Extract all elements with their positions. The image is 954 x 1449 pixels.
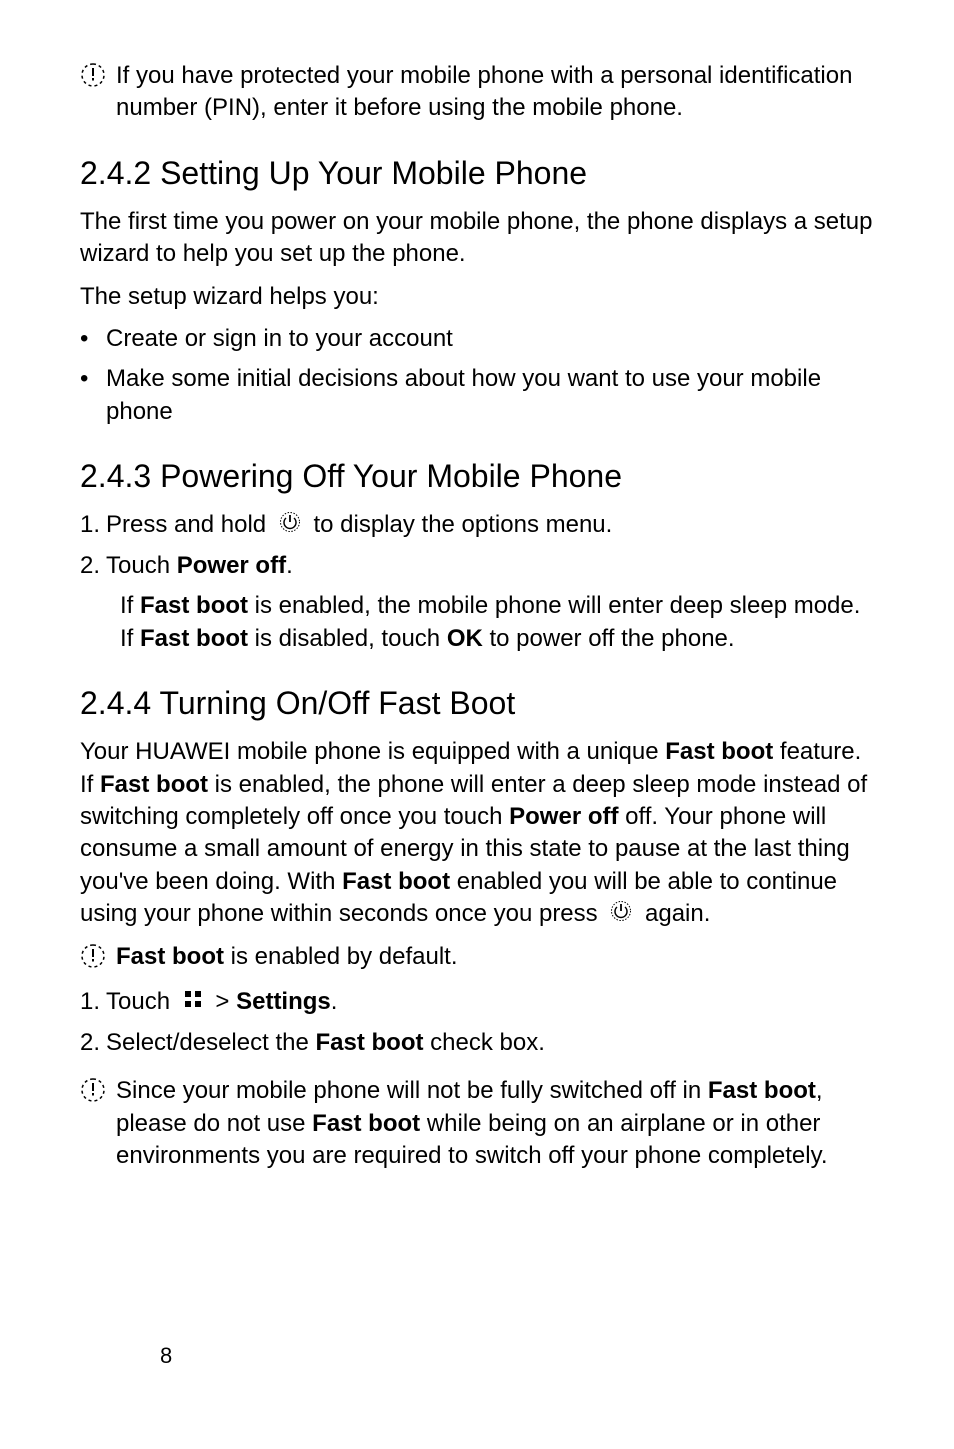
note-fastboot-default: Fast boot is enabled by default. — [80, 941, 874, 974]
step-244-1-pre: Touch — [106, 988, 177, 1015]
step-243-2-post: . — [286, 552, 293, 579]
heading-242: 2.4.2 Setting Up Your Mobile Phone — [80, 155, 874, 192]
alert-icon — [80, 62, 106, 93]
step-243-2-bold: Power off — [177, 552, 286, 579]
alert-icon — [80, 943, 106, 974]
step-244-2-b: Fast boot — [315, 1029, 423, 1056]
note2-b: is enabled by default. — [224, 943, 458, 970]
step-244-2-a: Select/deselect the — [106, 1029, 315, 1056]
step-243-2-text: Touch Power off. — [106, 550, 293, 582]
step-243-1-pre: Press and hold — [106, 511, 273, 538]
step-244-2: 2. Select/deselect the Fast boot check b… — [80, 1027, 874, 1059]
ind-243-e: is disabled, touch — [248, 625, 447, 652]
heading-244: 2.4.4 Turning On/Off Fast Boot — [80, 685, 874, 722]
step-244-2-c: check box. — [423, 1029, 544, 1056]
step-243-1-post: to display the options menu. — [313, 511, 612, 538]
step-number-1: 1. — [80, 986, 100, 1018]
power-icon — [610, 899, 632, 931]
heading-243: 2.4.3 Powering Off Your Mobile Phone — [80, 458, 874, 495]
power-icon — [279, 510, 301, 542]
p244-e: Fast boot — [100, 771, 208, 798]
para-244-main: Your HUAWEI mobile phone is equipped wit… — [80, 736, 874, 931]
step-243-1-text: Press and hold to display the options me… — [106, 509, 612, 542]
ind-243-d: Fast boot — [140, 625, 248, 652]
para-242-a: The first time you power on your mobile … — [80, 206, 874, 271]
step-244-1-text: Touch > Settings. — [106, 986, 337, 1019]
ind-243-a: If — [120, 592, 140, 619]
step-244-1: 1. Touch > Settings. — [80, 986, 874, 1019]
note3-b: Fast boot — [708, 1077, 816, 1104]
step-number-2: 2. — [80, 550, 100, 582]
alert-icon — [80, 1077, 106, 1108]
apps-grid-icon — [183, 986, 203, 1018]
note-airplane-text: Since your mobile phone will not be full… — [116, 1075, 874, 1172]
bullet-item-2-text: Make some initial decisions about how yo… — [106, 363, 874, 428]
step-243-2-pre: Touch — [106, 552, 177, 579]
note2-a: Fast boot — [116, 943, 224, 970]
p244-k: again. — [645, 900, 710, 927]
p244-d: If — [80, 771, 100, 798]
note-airplane: Since your mobile phone will not be full… — [80, 1075, 874, 1172]
ind-243-g: to power off the phone. — [483, 625, 735, 652]
p244-g: Power off — [509, 803, 618, 830]
bullet-dot: • — [80, 363, 106, 395]
note3-a: Since your mobile phone will not be full… — [116, 1077, 708, 1104]
step-244-1-gt: > — [215, 988, 236, 1015]
note3-d: Fast boot — [312, 1110, 420, 1137]
ind-243-f: OK — [447, 625, 483, 652]
step-243-2: 2. Touch Power off. — [80, 550, 874, 582]
bullet-item-2: • Make some initial decisions about how … — [80, 363, 874, 428]
step-number-2: 2. — [80, 1027, 100, 1059]
p244-a: Your HUAWEI mobile phone is equipped wit… — [80, 738, 665, 765]
indented-243-note: If Fast boot is enabled, the mobile phon… — [80, 590, 874, 655]
para-242-b: The setup wizard helps you: — [80, 281, 874, 313]
page-number: 8 — [160, 1343, 172, 1369]
step-243-1: 1. Press and hold to display the options… — [80, 509, 874, 542]
bullet-item-1-text: Create or sign in to your account — [106, 323, 453, 355]
step-244-1-post: . — [331, 988, 338, 1015]
bullet-dot: • — [80, 323, 106, 355]
step-244-2-text: Select/deselect the Fast boot check box. — [106, 1027, 545, 1059]
ind-243-b: Fast boot — [140, 592, 248, 619]
note-pin: If you have protected your mobile phone … — [80, 60, 874, 125]
step-number-1: 1. — [80, 509, 100, 541]
bullet-item-1: • Create or sign in to your account — [80, 323, 874, 355]
step-244-1-bold: Settings — [236, 988, 331, 1015]
p244-b: Fast boot — [665, 738, 773, 765]
p244-i: Fast boot — [342, 868, 450, 895]
p244-c: feature. — [773, 738, 861, 765]
note-fastboot-default-text: Fast boot is enabled by default. — [116, 941, 458, 973]
note-pin-text: If you have protected your mobile phone … — [116, 60, 874, 125]
